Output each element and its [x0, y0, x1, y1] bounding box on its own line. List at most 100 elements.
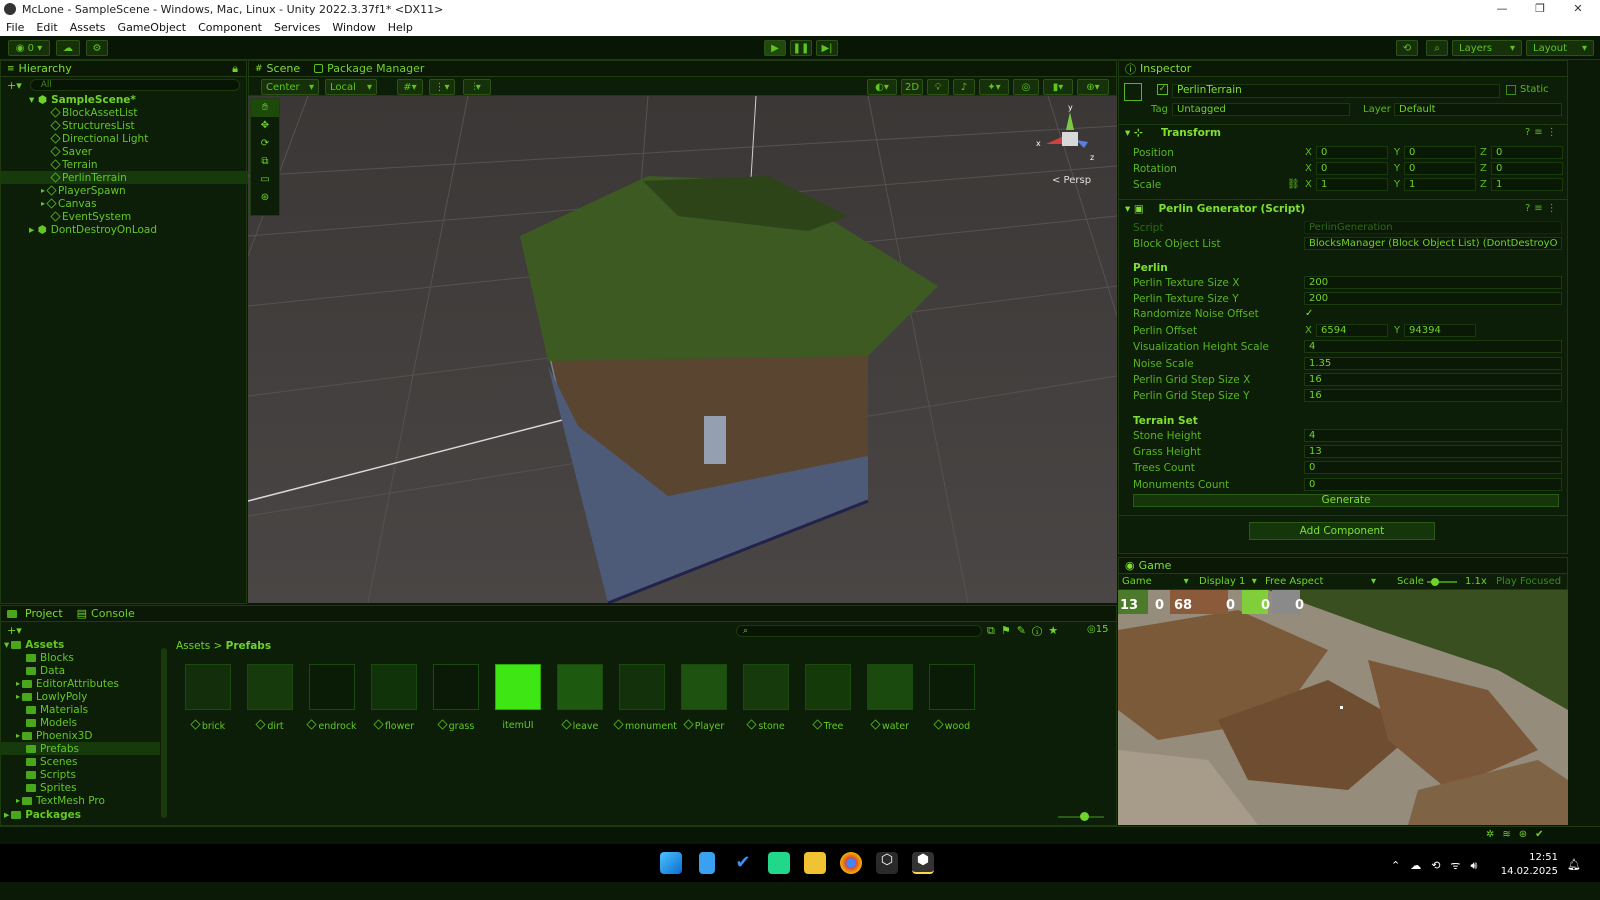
- game-mode-dropdown[interactable]: Game ▾: [1122, 576, 1189, 587]
- lighting-icon[interactable]: 💡︎: [927, 79, 949, 95]
- system-tray-icons[interactable]: ⌃☁⟲ᯤ🔊︎: [1391, 858, 1487, 873]
- game-viewport[interactable]: 13 0 68 0 0 0: [1118, 590, 1568, 825]
- space-dropdown[interactable]: Local ▾: [325, 79, 377, 95]
- project-search-input[interactable]: ⌕: [736, 625, 982, 637]
- lock-icon[interactable]: 🔒︎: [232, 62, 238, 76]
- asset-item[interactable]: flower: [366, 664, 422, 732]
- scale-z-field[interactable]: 1: [1491, 178, 1563, 191]
- rotate-tool-icon[interactable]: ⟳: [251, 135, 279, 153]
- persp-label[interactable]: < Persp: [1052, 175, 1091, 186]
- hierarchy-item[interactable]: Terrain: [1, 158, 98, 171]
- clock-date[interactable]: 14.02.2025: [1500, 866, 1558, 877]
- asset-item[interactable]: monument: [613, 664, 677, 732]
- account-dropdown[interactable]: ◉ 0 ▾: [8, 40, 50, 56]
- tree-packages[interactable]: ▸ Packages: [0, 808, 81, 821]
- hierarchy-item[interactable]: Directional Light: [1, 132, 148, 145]
- layer-dropdown[interactable]: Default: [1394, 103, 1562, 116]
- grid-snap-icon[interactable]: #▾: [397, 79, 423, 95]
- transform-tool-icon[interactable]: ⊛: [251, 189, 279, 207]
- asset-item[interactable]: leave: [552, 664, 608, 732]
- hierarchy-item[interactable]: Saver: [1, 145, 92, 158]
- menu-gameobject[interactable]: GameObject: [118, 21, 187, 34]
- aspect-dropdown[interactable]: Free Aspect ▾: [1265, 576, 1376, 587]
- toggle-2d-button[interactable]: 2D: [901, 79, 923, 95]
- step-button[interactable]: ▶|: [816, 40, 838, 56]
- tree-folder[interactable]: Models: [0, 716, 77, 729]
- tree-assets[interactable]: ▾ Assets: [0, 638, 64, 651]
- offset-y-field[interactable]: 94394: [1404, 324, 1476, 337]
- tab-project[interactable]: Project: [7, 607, 63, 620]
- tab-game[interactable]: ◉ Game: [1125, 559, 1171, 572]
- scale-x-field[interactable]: 1: [1316, 178, 1388, 191]
- generate-button[interactable]: Generate: [1133, 494, 1559, 507]
- trees-count-field[interactable]: 0: [1304, 461, 1562, 474]
- tree-folder[interactable]: ▸ Phoenix3D: [0, 729, 92, 742]
- tree-folder[interactable]: Materials: [0, 703, 88, 716]
- tree-folder[interactable]: ▸ LowlyPoly: [0, 690, 87, 703]
- move-tool-icon[interactable]: ✥: [251, 117, 279, 135]
- camera-icon[interactable]: ▮▾: [1043, 79, 1073, 95]
- monuments-count-field[interactable]: 0: [1304, 478, 1562, 491]
- tree-scrollbar[interactable]: [161, 648, 167, 818]
- layout-dropdown[interactable]: Layout ▾: [1526, 40, 1594, 56]
- play-button[interactable]: ▶: [764, 40, 786, 56]
- add-icon[interactable]: +▾: [7, 79, 22, 92]
- asset-item[interactable]: itemUI: [490, 664, 546, 731]
- add-component-button[interactable]: Add Component: [1249, 522, 1435, 540]
- tree-folder[interactable]: ▸ EditorAttributes: [0, 677, 119, 690]
- history-icon[interactable]: ⟲: [1396, 40, 1418, 56]
- asset-item[interactable]: wood: [924, 664, 980, 732]
- grass-height-field[interactable]: 13: [1304, 445, 1562, 458]
- breadcrumb-assets[interactable]: Assets: [176, 640, 210, 652]
- clock-time[interactable]: 12:51: [1510, 852, 1558, 863]
- position-z-field[interactable]: 0: [1491, 146, 1563, 159]
- project-filter-icons[interactable]: ⧉⚑✎ⓘ★: [987, 624, 1064, 638]
- chrome-icon[interactable]: [840, 852, 862, 874]
- scale-y-field[interactable]: 1: [1404, 178, 1476, 191]
- status-icons[interactable]: ✲≋⊛✔: [1486, 829, 1552, 840]
- tex-x-field[interactable]: 200: [1304, 276, 1562, 289]
- tab-console[interactable]: ▤ Console: [77, 607, 135, 620]
- rotation-z-field[interactable]: 0: [1491, 162, 1563, 175]
- display-dropdown[interactable]: Display 1 ▾: [1199, 576, 1257, 587]
- menu-edit[interactable]: Edit: [36, 21, 57, 34]
- menu-help[interactable]: Help: [388, 21, 413, 34]
- menu-file[interactable]: File: [6, 21, 24, 34]
- component-menu-icon[interactable]: ?≡⋮: [1525, 203, 1561, 214]
- rotation-y-field[interactable]: 0: [1404, 162, 1476, 175]
- search-icon[interactable]: ⌕: [1426, 40, 1448, 56]
- notepad-icon[interactable]: [699, 852, 715, 874]
- play-focused-dropdown[interactable]: Play Focused: [1496, 576, 1561, 587]
- windows-start-icon[interactable]: [660, 852, 682, 874]
- script-component-header[interactable]: ▾ ▣ Perlin Generator (Script): [1125, 203, 1305, 215]
- scene-viewport[interactable]: ✋︎ ✥ ⟳ ⧉ ▭ ⊛ y x z < Persp: [248, 96, 1117, 603]
- maximize-icon[interactable]: ❐: [1522, 0, 1558, 18]
- stone-height-field[interactable]: 4: [1304, 429, 1562, 442]
- notification-bell-icon[interactable]: 🔔︎: [1567, 858, 1581, 871]
- rect-tool-icon[interactable]: ▭: [251, 171, 279, 189]
- noise-scale-field[interactable]: 1.35: [1304, 357, 1562, 370]
- asset-item[interactable]: brick: [180, 664, 236, 732]
- breadcrumb-prefabs[interactable]: Prefabs: [226, 640, 271, 652]
- hierarchy-item[interactable]: BlockAssetList: [1, 106, 137, 119]
- active-checkbox[interactable]: ✓: [1157, 84, 1168, 95]
- constrain-proportions-icon[interactable]: ⛓: [1287, 179, 1300, 190]
- scale-tool-icon[interactable]: ⧉: [251, 153, 279, 171]
- tab-inspector[interactable]: ⓘ Inspector: [1125, 61, 1191, 77]
- randomize-checkbox[interactable]: ✓: [1305, 308, 1313, 319]
- gizmos-icon[interactable]: ⊕▾: [1077, 79, 1109, 95]
- increment-snap-icon[interactable]: ⫶▾: [463, 79, 491, 95]
- file-explorer-icon[interactable]: [804, 852, 826, 874]
- effects-icon[interactable]: ✦▾: [979, 79, 1009, 95]
- layers-dropdown[interactable]: Layers ▾: [1452, 40, 1522, 56]
- audio-icon[interactable]: ♪: [953, 79, 975, 95]
- position-y-field[interactable]: 0: [1404, 146, 1476, 159]
- asset-item[interactable]: Tree: [800, 664, 856, 732]
- asset-item[interactable]: grass: [428, 664, 484, 732]
- block-object-list-field[interactable]: BlocksManager (Block Object List) (DontD…: [1304, 237, 1562, 250]
- scene-root-item[interactable]: ▾ ⬢ SampleScene*: [1, 93, 136, 106]
- scale-slider-thumb[interactable]: [1431, 578, 1439, 586]
- tab-scene[interactable]: # Scene: [255, 62, 300, 75]
- orientation-gizmo[interactable]: y x z: [1032, 102, 1102, 172]
- asset-item[interactable]: endrock: [304, 664, 360, 732]
